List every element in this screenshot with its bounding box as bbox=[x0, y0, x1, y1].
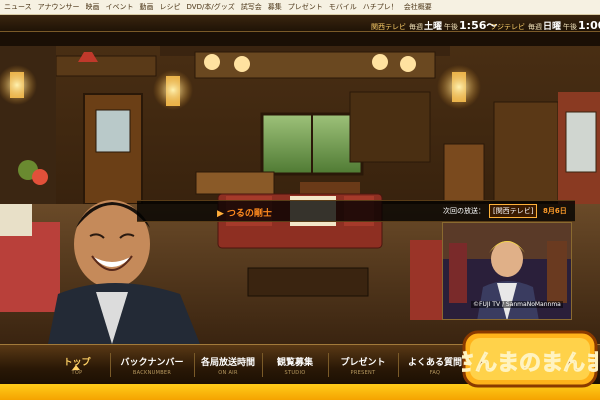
nav-divider bbox=[398, 353, 399, 377]
nav-label: バックナンバー bbox=[120, 357, 184, 368]
airtime-bar: 関西テレビ 毎週 土曜 午後 1:56〜 フジテレビ 毎週 日曜 午後 1:00… bbox=[0, 15, 600, 32]
airtime-time: 1:00〜 bbox=[578, 19, 600, 32]
nav-sublabel: STUDIO bbox=[284, 369, 306, 376]
preview-caption: ©FUJI TV / SanmaNoMannma bbox=[471, 301, 563, 308]
top-link-event[interactable]: イベント bbox=[106, 2, 134, 12]
airtime-ampm: 午後 bbox=[563, 23, 578, 31]
latest-episode-title[interactable]: ▶ つるの剛士 bbox=[217, 206, 272, 219]
show-logo[interactable]: さんまのまんま bbox=[452, 328, 600, 390]
airtime-schedule: 毎週 bbox=[409, 23, 423, 31]
next-broadcast-label: 次回の放送： bbox=[443, 207, 485, 215]
next-broadcast-network: [関西テレビ] bbox=[489, 204, 538, 218]
nav-sublabel: TOP bbox=[71, 369, 83, 376]
top-link-news[interactable]: ニュース bbox=[4, 2, 32, 12]
nav-label: 各局放送時間 bbox=[200, 357, 255, 368]
nav-label: よくある質問 bbox=[407, 357, 462, 368]
top-utility-bar: ニュース アナウンサー 映画 イベント 動画 レシピ DVD/本/グッズ 試写会… bbox=[0, 0, 600, 15]
next-broadcast-preview[interactable]: ©FUJI TV / SanmaNoMannma bbox=[442, 222, 572, 320]
nav-sublabel: PRESENT bbox=[350, 369, 376, 376]
top-link-preview[interactable]: 試写会 bbox=[241, 2, 262, 12]
airtime-schedule: 毎週 bbox=[528, 23, 542, 31]
triangle-bullet-icon: ▶ bbox=[217, 209, 224, 219]
top-link-movie[interactable]: 映画 bbox=[86, 2, 100, 12]
top-link-announcer[interactable]: アナウンサー bbox=[38, 2, 80, 12]
logo-text: さんまのまんま bbox=[462, 351, 598, 376]
top-link-recipe[interactable]: レシピ bbox=[160, 2, 181, 12]
nav-item-faq[interactable]: よくある質問 FAQ bbox=[400, 345, 470, 385]
airtime-ampm: 午後 bbox=[444, 23, 459, 31]
nav-sublabel: FAQ bbox=[429, 369, 441, 376]
nav-sublabel: ON AIR bbox=[218, 369, 238, 376]
nav-label: プレゼント bbox=[340, 357, 386, 368]
nav-divider bbox=[328, 353, 329, 377]
airtime-network: フジテレビ bbox=[490, 23, 525, 31]
airtime-day: 日曜 bbox=[543, 22, 562, 32]
top-link-hachipre[interactable]: ハチプレ！ bbox=[363, 2, 398, 12]
airtime-network: 関西テレビ bbox=[371, 23, 406, 31]
broadcast-info-bar: ▶ つるの剛士 次回の放送： [関西テレビ] 8月6日 bbox=[137, 200, 575, 222]
top-link-recruit[interactable]: 募集 bbox=[268, 2, 282, 12]
next-broadcast-date: 8月6日 bbox=[543, 207, 567, 215]
latest-guest-name: つるの剛士 bbox=[226, 209, 272, 219]
nav-divider bbox=[110, 353, 111, 377]
nav-item-studio[interactable]: 観覧募集 STUDIO bbox=[264, 345, 326, 385]
airtime-kansai: 関西テレビ 毎週 土曜 午後 1:56〜 bbox=[371, 17, 497, 33]
nav-item-onair[interactable]: 各局放送時間 ON AIR bbox=[196, 345, 260, 385]
top-link-video[interactable]: 動画 bbox=[140, 2, 154, 12]
top-link-dvd[interactable]: DVD/本/グッズ bbox=[187, 2, 235, 12]
nav-item-present[interactable]: プレゼント PRESENT bbox=[330, 345, 396, 385]
nav-active-marker-icon bbox=[72, 365, 80, 370]
nav-divider bbox=[262, 353, 263, 377]
studio-set-image: ©FUJI TV / SanmaNoMannma bbox=[0, 32, 600, 344]
nav-sublabel: BACKNUMBER bbox=[132, 369, 172, 376]
top-link-mobile[interactable]: モバイル bbox=[329, 2, 357, 12]
airtime-day: 土曜 bbox=[424, 22, 443, 32]
show-logo-mark: さんまのまんま bbox=[452, 330, 600, 388]
nav-item-backnumber[interactable]: バックナンバー BACKNUMBER bbox=[112, 345, 192, 385]
airtime-fuji: フジテレビ 毎週 日曜 午後 1:00〜 bbox=[490, 17, 600, 33]
top-link-present[interactable]: プレゼント bbox=[288, 2, 323, 12]
nav-label: 観覧募集 bbox=[276, 357, 313, 368]
nav-divider bbox=[194, 353, 195, 377]
top-link-company[interactable]: 会社概要 bbox=[404, 2, 432, 12]
